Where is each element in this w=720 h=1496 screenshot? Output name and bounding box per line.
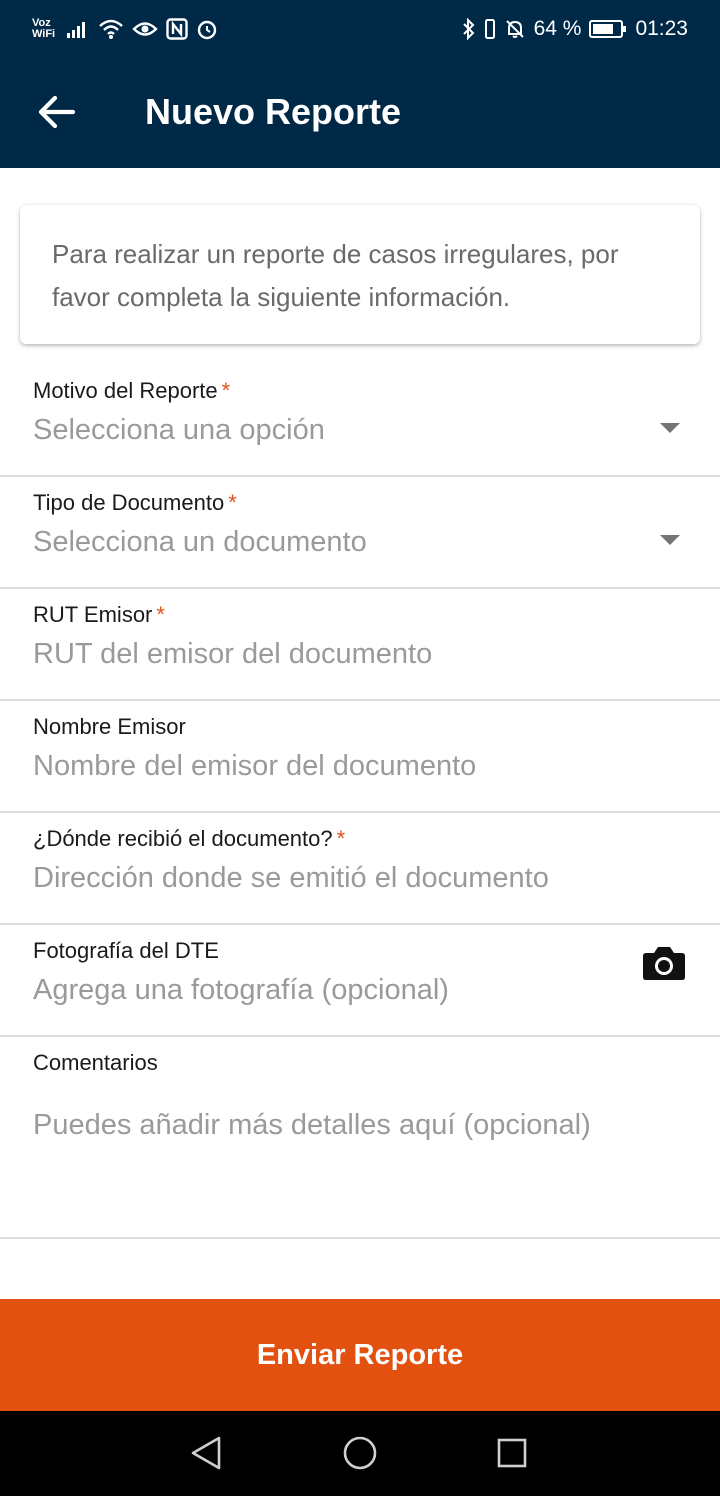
field-label: ¿Dónde recibió el documento? * [33,825,345,853]
home-circle-icon[interactable] [338,1431,382,1475]
motivo-placeholder: Selecciona una opción [33,414,325,446]
required-mark: * [221,378,231,403]
chevron-down-icon [660,423,680,433]
nombre-emisor-placeholder: Nombre del emisor del documento [33,750,477,782]
back-triangle-icon[interactable] [184,1431,228,1475]
required-mark: * [156,602,165,627]
page-title: Nuevo Reporte [145,91,402,132]
status-bar: Voz WiFi 64 % 01:23 [0,0,720,56]
intro-text: Para realizar un reporte de casos irregu… [52,239,619,312]
intro-card: Para realizar un reporte de casos irregu… [20,205,700,344]
recents-square-icon[interactable] [490,1431,534,1475]
direccion-field[interactable]: ¿Dónde recibió el documento? * Dirección … [0,813,720,925]
nombre-emisor-label: Nombre Emisor [33,714,186,739]
alarm-icon [196,16,218,42]
wifi-icon [98,16,124,42]
status-left: Voz WiFi [32,14,218,44]
field-label: Comentarios [33,1049,162,1077]
mute-icon [504,16,526,42]
navigation-bar [0,1411,720,1496]
direccion-label: ¿Dónde recibió el documento? [33,826,333,851]
nfc-icon [166,16,188,42]
comentarios-label: Comentarios [33,1050,158,1075]
fotografia-field[interactable]: Fotografía del DTE Agrega una fotografía… [0,925,720,1037]
required-mark: * [336,826,346,851]
app-bar: Nuevo Reporte [0,56,720,168]
field-label: Motivo del Reporte * [33,377,230,405]
fotografia-label: Fotografía del DTE [33,938,219,963]
tipo-documento-placeholder: Selecciona un documento [33,526,367,558]
status-right: 64 % 01:23 [462,14,688,44]
battery-percent: 64 % [533,17,582,40]
enviar-reporte-button[interactable]: Enviar Reporte [0,1299,720,1411]
tipo-documento-label: Tipo de Documento [33,490,225,515]
nombre-emisor-field[interactable]: Nombre Emisor Nombre del emisor del docu… [0,701,720,813]
comentarios-field[interactable]: Comentarios Puedes añadir más detalles a… [0,1037,720,1239]
voz-wifi-label: Voz WiFi [32,18,58,40]
direccion-placeholder: Dirección donde se emitió el documento [33,862,549,894]
battery-icon [589,16,627,42]
clock-time: 01:23 [635,17,688,40]
field-label: Nombre Emisor [33,713,190,741]
comentarios-placeholder: Puedes añadir más detalles aquí (opciona… [33,1109,591,1141]
camera-icon[interactable] [642,945,686,986]
bluetooth-icon [462,16,476,42]
arrow-left-icon [38,95,76,129]
back-button[interactable] [30,86,82,138]
field-label: Fotografía del DTE [33,937,223,965]
rut-emisor-label: RUT Emisor [33,602,153,627]
required-mark: * [228,490,237,515]
fotografia-placeholder: Agrega una fotografía (opcional) [33,974,449,1006]
field-label: Tipo de Documento * [33,489,237,517]
motivo-label: Motivo del Reporte [33,378,218,403]
motivo-select[interactable]: Motivo del Reporte * Selecciona una opció… [0,365,720,477]
chevron-down-icon [660,535,680,545]
eye-icon [132,16,158,42]
signal-icon [66,16,90,42]
field-label: RUT Emisor * [33,601,165,629]
wifi-text: WiFi [32,28,56,40]
tipo-documento-select[interactable]: Tipo de Documento * Selecciona un documen… [0,477,720,589]
vibrate-icon [484,16,496,42]
rut-emisor-field[interactable]: RUT Emisor * RUT del emisor del documento [0,589,720,701]
rut-emisor-placeholder: RUT del emisor del documento [33,638,433,670]
